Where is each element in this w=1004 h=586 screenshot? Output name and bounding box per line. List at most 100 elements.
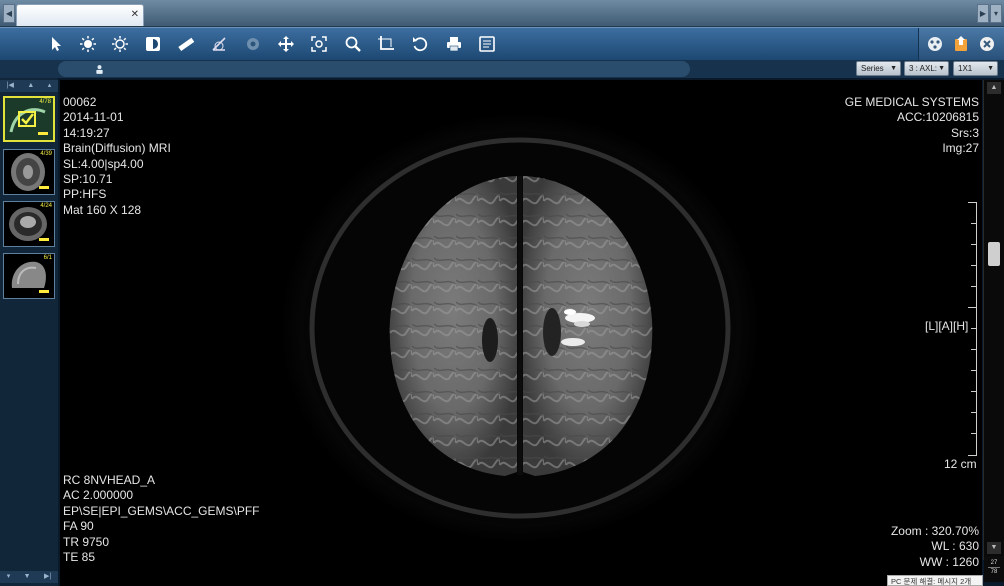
page-down-icon[interactable]: ▼ — [24, 571, 31, 583]
series-thumbnail[interactable]: 4/39 — [3, 149, 55, 195]
orientation-label: [L][A][H] — [925, 319, 969, 333]
layout-dropdown-label: 1X1 — [958, 64, 973, 73]
tab-scroll-left-button[interactable]: ◀ — [3, 4, 15, 23]
move-icon — [278, 36, 294, 52]
series-thumbnail[interactable]: 4/24 — [3, 201, 55, 247]
thumbnail-count: 4/39 — [40, 151, 52, 157]
study-time: 14:19:27 — [63, 125, 110, 140]
zoom-fit-tool-button[interactable] — [307, 33, 331, 55]
sub-toolbar-track — [58, 61, 690, 77]
scale-label: 12 cm — [944, 457, 977, 471]
manufacturer: GE MEDICAL SYSTEMS — [844, 95, 979, 109]
window-level-tool-button[interactable] — [108, 33, 132, 55]
main-toolbar — [0, 27, 1004, 61]
accession-number: ACC:10206815 — [896, 110, 979, 125]
page-up-icon[interactable]: ▲ — [27, 80, 34, 92]
angle-icon — [212, 37, 226, 51]
study-date: 2014-11-01 — [63, 110, 124, 125]
overlay-top-left: 00062 2014-11-01 14:19:27 Brain(Diffusio… — [63, 95, 171, 218]
export-tool-button[interactable] — [949, 33, 973, 55]
series-dropdown-label: Series — [861, 64, 884, 73]
print-tool-button[interactable] — [442, 33, 466, 55]
patient-position: PP:HFS — [63, 187, 107, 202]
close-viewer-button[interactable] — [975, 33, 999, 55]
window-controls — [918, 28, 1004, 61]
thumbnail-marker — [39, 238, 49, 241]
contrast-sun-icon — [112, 36, 128, 52]
scroll-down-button[interactable]: ▼ — [987, 542, 1001, 554]
chevron-down-icon: ▼ — [987, 65, 994, 72]
matrix-size: Mat 160 X 128 — [63, 202, 142, 217]
status-tooltip: PC 문제 해결: 메시지 2개 — [887, 575, 983, 586]
brightness-tool-button[interactable] — [76, 33, 100, 55]
pointer-icon — [52, 37, 61, 51]
thumbnail-marker — [38, 132, 48, 135]
ruler-tool-button[interactable] — [174, 33, 198, 55]
image-scrollbar[interactable]: ▲ ▼ — [983, 80, 1004, 560]
left-ventricle — [482, 318, 498, 362]
scroll-up-button[interactable]: ▲ — [987, 82, 1001, 94]
image-counter-current: 27 — [990, 560, 998, 566]
tab-strip: ◀ ✕ ▶ ▾ — [0, 0, 1004, 27]
ruler-icon — [178, 37, 195, 52]
zoom-level: Zoom : 320.70% — [890, 524, 979, 538]
axial-dropdown[interactable]: 3 : AXL: ▼ — [904, 61, 949, 76]
invert-tool-button[interactable] — [141, 33, 165, 55]
prev-page-icon[interactable]: ▴ — [48, 80, 52, 92]
thumbnail-nav-top: |◀ ▲ ▴ — [0, 80, 58, 92]
thumbnail-marker — [39, 186, 49, 189]
zoom-tool-button[interactable] — [341, 33, 365, 55]
overlay-bottom-left: RC 8NVHEAD_A AC 2.000000 EP\SE|EPI_GEMS\… — [63, 473, 260, 565]
close-circle-icon — [980, 37, 994, 51]
rotate-tool-button[interactable] — [408, 33, 432, 55]
zoom-fit-icon — [311, 36, 327, 52]
sequence-name: EP\SE|EPI_GEMS\ACC_GEMS\PFF — [63, 503, 260, 518]
echo-time: TE 85 — [63, 550, 96, 565]
right-ventricle — [543, 308, 561, 356]
angle-tool-button[interactable] — [207, 33, 231, 55]
last-page-icon[interactable]: ▶| — [44, 571, 51, 583]
tab-list-button[interactable]: ▾ — [990, 4, 1002, 23]
magnifier-icon — [345, 36, 361, 52]
series-thumbnail[interactable]: 6/1 — [3, 253, 55, 299]
layout-dropdown[interactable]: 1X1 ▼ — [953, 61, 998, 76]
overlay-top-right: GE MEDICAL SYSTEMS ACC:10206815 Srs:3 Im… — [845, 95, 979, 157]
first-page-icon[interactable]: |◀ — [7, 80, 14, 92]
rotate-icon — [413, 37, 428, 52]
scale-ruler — [968, 202, 977, 456]
pan-tool-button[interactable] — [274, 33, 298, 55]
thumbnail-count: 4/24 — [40, 203, 52, 209]
thumbnail-count: 6/1 — [43, 255, 52, 261]
target-icon — [247, 38, 259, 50]
image-counter-total: 78 — [990, 569, 998, 575]
scroll-thumb[interactable] — [988, 242, 1000, 266]
crop-tool-button[interactable] — [374, 33, 398, 55]
close-tab-icon[interactable]: ✕ — [131, 9, 139, 21]
series-thumbnail[interactable]: 4/78 — [3, 96, 55, 142]
window-width: WW : 1260 — [919, 554, 979, 569]
image-viewport[interactable]: 00062 2014-11-01 14:19:27 Brain(Diffusio… — [60, 80, 982, 586]
thumbnail-marker — [39, 290, 49, 293]
series-number: Srs:3 — [950, 125, 979, 140]
repetition-time: TR 9750 — [63, 534, 110, 549]
invert-icon — [146, 37, 160, 51]
chevron-down-icon: ▼ — [938, 65, 945, 72]
target-tool-button[interactable] — [241, 33, 265, 55]
study-description: Brain(Diffusion) MRI — [63, 141, 171, 156]
printer-icon — [447, 37, 461, 52]
report-tool-button[interactable] — [475, 33, 499, 55]
image-number: Img:27 — [942, 141, 979, 156]
tab-study[interactable]: ✕ — [16, 4, 144, 26]
thumbnail-count: 4/78 — [39, 99, 51, 105]
pointer-tool-button[interactable] — [44, 33, 68, 55]
film-tool-button[interactable] — [923, 33, 947, 55]
tab-scroll-right-button[interactable]: ▶ — [977, 4, 989, 23]
export-icon — [955, 36, 967, 51]
user-icon[interactable] — [91, 61, 107, 77]
receive-coil: RC 8NVHEAD_A — [63, 473, 156, 487]
next-page-icon[interactable]: ▾ — [7, 571, 11, 583]
series-dropdown[interactable]: Series ▼ — [856, 61, 901, 76]
slice-position: SP:10.71 — [63, 172, 113, 187]
study-number: 00062 — [63, 95, 97, 109]
sun-icon — [80, 36, 96, 52]
